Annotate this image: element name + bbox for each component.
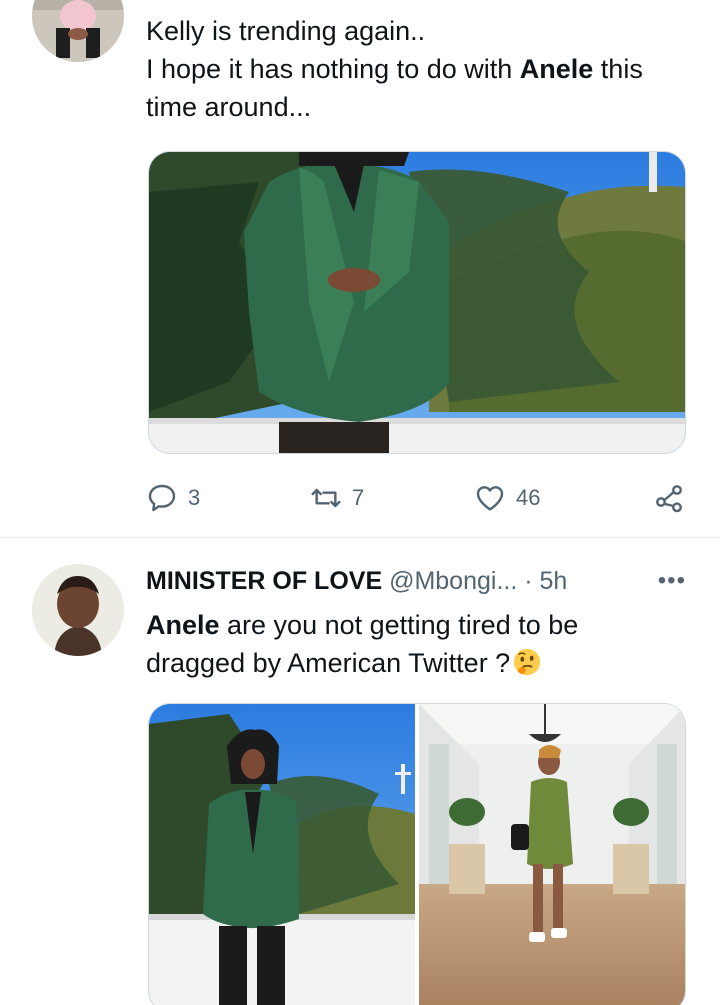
avatar-image — [32, 564, 124, 656]
separator: · — [524, 567, 540, 595]
author-name[interactable]: MINISTER OF LOVE — [146, 567, 382, 595]
tweet-text-line: dragged by American Twitter ? — [146, 644, 696, 682]
tweet-text-line: Kelly is trending again.. — [146, 16, 426, 46]
tweet-2[interactable]: MINISTER OF LOVE @Mbongi... · 5h ••• Ane… — [0, 538, 720, 1005]
tweet-text-line: Anele are you not getting tired to be — [146, 606, 696, 644]
tweet-text: Kelly is trending again.. I hope it has … — [146, 12, 696, 126]
share-icon — [656, 485, 682, 513]
media-photos — [149, 704, 685, 1005]
tweet-text-line: I hope it has nothing to do with Anele t… — [146, 50, 696, 88]
text-span: are you not getting tired to be — [219, 610, 579, 640]
like-button[interactable]: 46 — [474, 478, 540, 518]
author-handle[interactable]: @Mbongi... — [389, 567, 517, 595]
heart-icon — [476, 486, 504, 511]
more-options-button[interactable]: ••• — [658, 564, 686, 598]
tweet-media-grid[interactable] — [148, 703, 686, 1005]
reply-count: 3 — [188, 485, 201, 510]
avatar[interactable] — [32, 564, 124, 656]
tweet-time[interactable]: 5h — [540, 567, 568, 595]
tweet-1[interactable]: Kelly is trending again.. I hope it has … — [0, 0, 720, 538]
retweet-icon — [311, 488, 341, 508]
tweet-media[interactable] — [148, 151, 686, 454]
tweet-text-line: time around... — [146, 92, 312, 122]
tweet-header: MINISTER OF LOVE @Mbongi... · 5h ••• — [146, 564, 686, 598]
thinking-face-icon — [514, 648, 541, 676]
tweet-text: Anele are you not getting tired to be dr… — [146, 606, 696, 682]
reply-icon — [148, 484, 176, 512]
share-button[interactable] — [653, 478, 685, 518]
retweet-button[interactable]: 7 — [310, 478, 364, 518]
text-span: dragged by American Twitter ? — [146, 648, 511, 678]
text-span: I hope it has nothing to do with — [146, 54, 520, 84]
like-count: 46 — [516, 485, 541, 510]
mention-bold: Anele — [146, 610, 220, 640]
avatar-image — [32, 0, 124, 62]
reply-button[interactable]: 3 — [146, 478, 200, 518]
mention-bold: Anele — [519, 54, 594, 84]
media-photo — [149, 152, 685, 453]
text-span: this — [593, 54, 643, 84]
retweet-count: 7 — [352, 485, 365, 510]
avatar[interactable] — [32, 0, 124, 62]
tweet-actions: 3 7 46 — [146, 478, 691, 518]
